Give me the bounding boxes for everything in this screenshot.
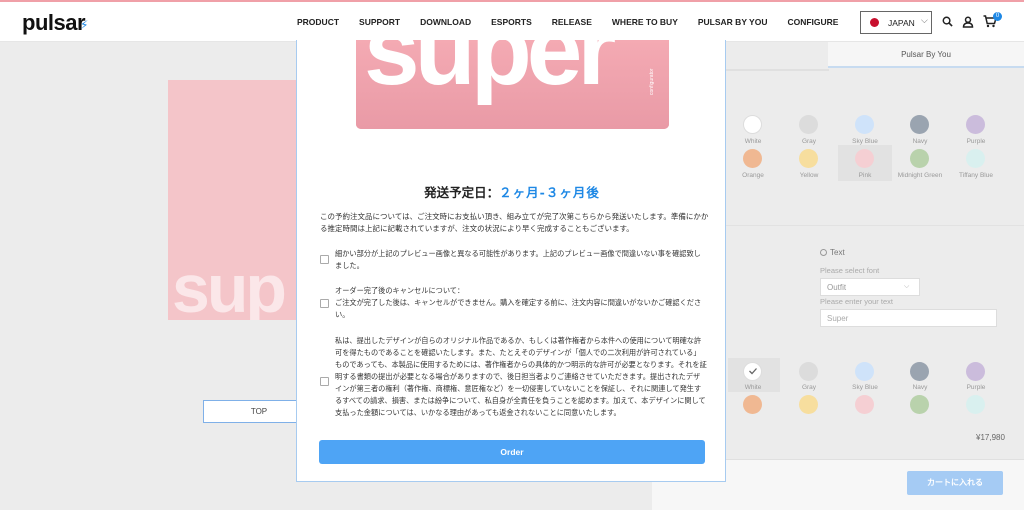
country-label: JAPAN [888, 18, 915, 28]
swatch-midnight-green[interactable] [910, 149, 929, 168]
swatch-label: White [744, 138, 762, 145]
nav-link-configure[interactable]: CONFIGURE [787, 17, 838, 27]
swatch-purple[interactable] [966, 362, 985, 381]
nav-link-product[interactable]: PRODUCT [297, 17, 339, 27]
logo-bolt-icon: ⚡ [80, 18, 89, 32]
cancellation-confirm-text: オーダー完了後のキャンセルについて： ご注文が完了した後は、キャンセルができませ… [335, 286, 702, 319]
order-button[interactable]: Order [319, 440, 705, 464]
swatch-label: White [744, 384, 762, 391]
add-to-cart-button[interactable]: カートに入れる [907, 471, 1003, 495]
text-option-radio[interactable] [820, 249, 827, 256]
check-icon [749, 368, 757, 375]
swatch-sky-blue[interactable] [855, 362, 874, 381]
swatch-yellow[interactable] [799, 149, 818, 168]
swatch-navy[interactable] [910, 362, 929, 381]
order-confirmation-modal: super configurator 発送予定日：２ヶ月-３ヶ月後 この予約注文… [296, 40, 726, 482]
mouse-preview-card: sup [168, 80, 308, 320]
top-nav: pulsar ⚡ PRODUCT SUPPORT DOWNLOAD ESPORT… [0, 0, 1024, 42]
shipping-value: ２ヶ月-３ヶ月後 [499, 185, 600, 200]
swatch-label: Pink [858, 172, 872, 179]
search-icon[interactable] [942, 16, 953, 27]
swatch-tiffany-blue[interactable] [966, 395, 985, 414]
preview-card-text: sup [172, 251, 287, 320]
tab-divider [725, 69, 829, 71]
swatch-navy[interactable] [910, 115, 929, 134]
preview-confirm-checkbox[interactable] [320, 255, 329, 264]
preview-confirm-text: 細かい部分が上記のプレビュー画像と異なる可能性があります。上記のプレビュー画像で… [335, 249, 701, 270]
swatch-orange[interactable] [743, 395, 762, 414]
preorder-notice: この予約注文品については、ご注文時にお支払い頂き、組み立てが完了次第こちらから発… [320, 212, 709, 233]
section-divider [725, 225, 1024, 226]
chevron-down-icon: ⌵ [904, 282, 910, 290]
price-label: ¥17,980 [976, 433, 1005, 442]
swatch-label: Yellow [799, 172, 819, 179]
nav-link-where-to-buy[interactable]: WHERE TO BUY [612, 17, 678, 27]
swatch-tiffany-blue[interactable] [966, 149, 985, 168]
nav-link-support[interactable]: SUPPORT [359, 17, 400, 27]
swatch-orange[interactable] [743, 149, 762, 168]
swatch-sky-blue[interactable] [855, 115, 874, 134]
swatch-label: Sky Blue [852, 138, 878, 145]
swatch-gray[interactable] [799, 115, 818, 134]
pulsar-logo[interactable]: pulsar [22, 10, 86, 36]
copyright-confirm-text: 私は、提出したデザインが自らのオリジナル作品であるか、もしくは著作権者から本件へ… [335, 336, 707, 417]
swatch-label: Midnight Green [897, 172, 943, 179]
swatch-label: Tiffany Blue [959, 172, 993, 179]
japan-flag-icon [870, 18, 879, 27]
swatch-gray[interactable] [799, 362, 818, 381]
swatch-label: Orange [742, 172, 764, 179]
text-option-label: Text [830, 248, 845, 257]
swatch-label: Purple [966, 138, 986, 145]
swatch-pink[interactable] [855, 149, 874, 168]
cancellation-confirm-checkbox[interactable] [320, 299, 329, 308]
cart-count-badge: 0 [993, 12, 1002, 21]
swatch-label: Gray [801, 138, 817, 145]
preview-design-text: super [364, 40, 616, 106]
swatch-label: Navy [912, 138, 928, 145]
preview-small-text: configurator [649, 68, 655, 95]
swatch-purple[interactable] [966, 115, 985, 134]
country-selector[interactable]: JAPAN ⌵ [860, 11, 932, 34]
shipping-estimate: 発送予定日：２ヶ月-３ヶ月後 [297, 182, 727, 201]
nav-link-pulsar-by-you[interactable]: PULSAR BY YOU [698, 17, 768, 27]
swatch-white[interactable] [743, 115, 762, 134]
swatch-midnight-green[interactable] [910, 395, 929, 414]
copyright-confirm-checkbox[interactable] [320, 377, 329, 386]
swatch-label: Purple [966, 384, 986, 391]
swatch-label: Sky Blue [852, 384, 878, 391]
nav-link-release[interactable]: RELEASE [552, 17, 592, 27]
nav-link-download[interactable]: DOWNLOAD [420, 17, 471, 27]
nav-links: PRODUCT SUPPORT DOWNLOAD ESPORTS RELEASE… [297, 17, 858, 27]
chevron-down-icon: ⌵ [921, 15, 928, 25]
text-input-label: Please enter your text [820, 297, 893, 306]
swatch-label: Gray [801, 384, 817, 391]
font-select-label: Please select font [820, 266, 880, 275]
nav-link-esports[interactable]: ESPORTS [491, 17, 532, 27]
swatch-label: Navy [912, 384, 928, 391]
swatch-yellow[interactable] [799, 395, 818, 414]
swatch-pink[interactable] [855, 395, 874, 414]
design-preview-image: super configurator [356, 40, 669, 129]
shipping-label: 発送予定日： [424, 185, 500, 200]
tab-pulsar-by-you[interactable]: Pulsar By You [828, 42, 1024, 68]
custom-text-input[interactable]: Super [820, 309, 997, 327]
user-icon[interactable] [962, 16, 974, 28]
